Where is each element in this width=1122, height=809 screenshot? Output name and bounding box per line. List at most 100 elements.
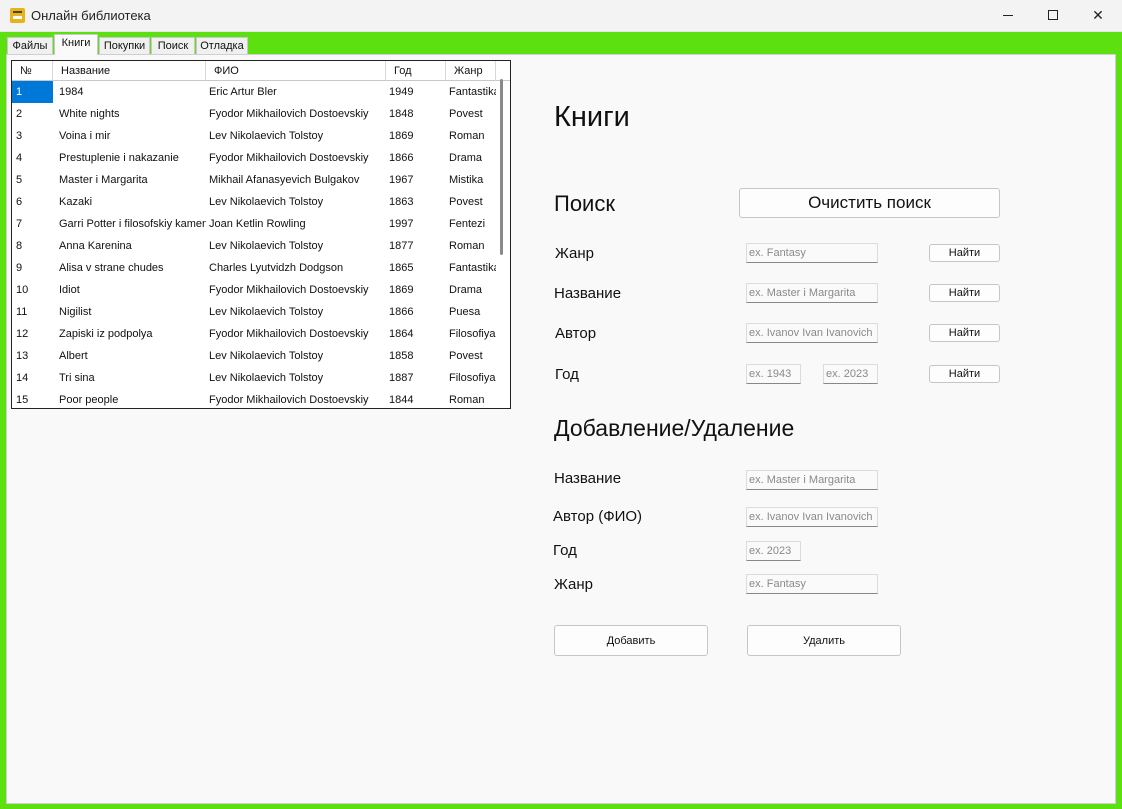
cell-year[interactable]: 1844: [386, 389, 446, 408]
cell-author[interactable]: Joan Ketlin Rowling: [206, 213, 386, 235]
cell-number[interactable]: 13: [12, 345, 53, 367]
cell-title[interactable]: Albert: [53, 345, 206, 367]
column-header-author[interactable]: ФИО: [206, 61, 386, 81]
cell-number[interactable]: 11: [12, 301, 53, 323]
cell-genre[interactable]: Roman: [446, 235, 496, 257]
cell-number[interactable]: 3: [12, 125, 53, 147]
find-author-button[interactable]: Найти: [929, 324, 1000, 342]
cell-title[interactable]: Voina i mir: [53, 125, 206, 147]
cell-title[interactable]: Alisa v strane chudes: [53, 257, 206, 279]
delete-book-button[interactable]: Удалить: [747, 625, 901, 656]
cell-title[interactable]: White nights: [53, 103, 206, 125]
search-year-from-input[interactable]: [746, 364, 801, 384]
cell-year[interactable]: 1858: [386, 345, 446, 367]
search-name-input[interactable]: [746, 283, 878, 303]
cell-title[interactable]: Poor people: [53, 389, 206, 408]
cell-title[interactable]: Tri sina: [53, 367, 206, 389]
minimize-button[interactable]: [985, 0, 1031, 31]
cell-year[interactable]: 1864: [386, 323, 446, 345]
cell-number[interactable]: 6: [12, 191, 53, 213]
cell-title[interactable]: Nigilist: [53, 301, 206, 323]
cell-number[interactable]: 8: [12, 235, 53, 257]
table-row[interactable]: 6 Kazaki Lev Nikolaevich Tolstoy 1863 Po…: [12, 191, 496, 213]
cell-genre[interactable]: Puesa: [446, 301, 496, 323]
cell-genre[interactable]: Fantastika: [446, 257, 496, 279]
cell-number[interactable]: 5: [12, 169, 53, 191]
cell-number[interactable]: 7: [12, 213, 53, 235]
cell-number[interactable]: 12: [12, 323, 53, 345]
cell-year[interactable]: 1887: [386, 367, 446, 389]
add-book-button[interactable]: Добавить: [554, 625, 708, 656]
table-row[interactable]: 2 White nights Fyodor Mikhailovich Dosto…: [12, 103, 496, 125]
cell-author[interactable]: Charles Lyutvidzh Dodgson: [206, 257, 386, 279]
column-header-title[interactable]: Название: [53, 61, 206, 81]
cell-year[interactable]: 1863: [386, 191, 446, 213]
clear-search-button[interactable]: Очистить поиск: [739, 188, 1000, 218]
maximize-button[interactable]: [1030, 0, 1076, 31]
table-row[interactable]: 14 Tri sina Lev Nikolaevich Tolstoy 1887…: [12, 367, 496, 389]
cell-genre[interactable]: Povest: [446, 345, 496, 367]
find-genre-button[interactable]: Найти: [929, 244, 1000, 262]
cell-title[interactable]: Idiot: [53, 279, 206, 301]
column-header-number[interactable]: №: [12, 61, 53, 81]
cell-author[interactable]: Fyodor Mikhailovich Dostoevskiy: [206, 323, 386, 345]
cell-title[interactable]: Anna Karenina: [53, 235, 206, 257]
close-button[interactable]: ✕: [1075, 0, 1121, 31]
cell-year[interactable]: 1997: [386, 213, 446, 235]
cell-author[interactable]: Lev Nikolaevich Tolstoy: [206, 191, 386, 213]
table-row[interactable]: 13 Albert Lev Nikolaevich Tolstoy 1858 P…: [12, 345, 496, 367]
table-row[interactable]: 10 Idiot Fyodor Mikhailovich Dostoevskiy…: [12, 279, 496, 301]
cell-number[interactable]: 2: [12, 103, 53, 125]
search-year-to-input[interactable]: [823, 364, 878, 384]
cell-year[interactable]: 1869: [386, 125, 446, 147]
cell-genre[interactable]: Povest: [446, 191, 496, 213]
cell-year[interactable]: 1866: [386, 147, 446, 169]
table-row[interactable]: 7 Garri Potter i filosofskiy kamen Joan …: [12, 213, 496, 235]
search-author-input[interactable]: [746, 323, 878, 343]
cell-author[interactable]: Fyodor Mikhailovich Dostoevskiy: [206, 147, 386, 169]
cell-author[interactable]: Fyodor Mikhailovich Dostoevskiy: [206, 103, 386, 125]
cell-genre[interactable]: Drama: [446, 279, 496, 301]
cell-author[interactable]: Lev Nikolaevich Tolstoy: [206, 301, 386, 323]
add-author-input[interactable]: [746, 507, 878, 527]
search-genre-input[interactable]: [746, 243, 878, 263]
cell-number[interactable]: 14: [12, 367, 53, 389]
find-year-button[interactable]: Найти: [929, 365, 1000, 383]
cell-author[interactable]: Eric Artur Bler: [206, 81, 386, 103]
add-year-input[interactable]: [746, 541, 801, 561]
cell-author[interactable]: Fyodor Mikhailovich Dostoevskiy: [206, 389, 386, 408]
cell-title[interactable]: Garri Potter i filosofskiy kamen: [53, 213, 206, 235]
cell-title[interactable]: Kazaki: [53, 191, 206, 213]
table-row[interactable]: 4 Prestuplenie i nakazanie Fyodor Mikhai…: [12, 147, 496, 169]
cell-title[interactable]: Master i Margarita: [53, 169, 206, 191]
cell-genre[interactable]: Drama: [446, 147, 496, 169]
cell-genre[interactable]: Filosofiya: [446, 323, 496, 345]
cell-year[interactable]: 1949: [386, 81, 446, 103]
table-row[interactable]: 3 Voina i mir Lev Nikolaevich Tolstoy 18…: [12, 125, 496, 147]
cell-number[interactable]: 4: [12, 147, 53, 169]
tab-files[interactable]: Файлы: [7, 37, 53, 55]
column-header-year[interactable]: Год: [386, 61, 446, 81]
cell-year[interactable]: 1877: [386, 235, 446, 257]
cell-genre[interactable]: Roman: [446, 389, 496, 408]
cell-year[interactable]: 1848: [386, 103, 446, 125]
cell-genre[interactable]: Fentezi: [446, 213, 496, 235]
tab-debug[interactable]: Отладка: [196, 37, 248, 55]
cell-author[interactable]: Lev Nikolaevich Tolstoy: [206, 125, 386, 147]
cell-number[interactable]: 1: [12, 81, 53, 103]
cell-title[interactable]: Zapiski iz podpolya: [53, 323, 206, 345]
cell-author[interactable]: Lev Nikolaevich Tolstoy: [206, 235, 386, 257]
table-row[interactable]: 11 Nigilist Lev Nikolaevich Tolstoy 1866…: [12, 301, 496, 323]
tab-books[interactable]: Книги: [54, 34, 98, 55]
cell-number[interactable]: 10: [12, 279, 53, 301]
cell-year[interactable]: 1967: [386, 169, 446, 191]
table-row[interactable]: 5 Master i Margarita Mikhail Afanasyevic…: [12, 169, 496, 191]
cell-year[interactable]: 1866: [386, 301, 446, 323]
find-name-button[interactable]: Найти: [929, 284, 1000, 302]
grid-scrollbar[interactable]: [500, 79, 503, 255]
table-row[interactable]: 15 Poor people Fyodor Mikhailovich Dosto…: [12, 389, 496, 408]
tab-search[interactable]: Поиск: [151, 37, 195, 55]
table-row[interactable]: 9 Alisa v strane chudes Charles Lyutvidz…: [12, 257, 496, 279]
table-row[interactable]: 1 1984 Eric Artur Bler 1949 Fantastika: [12, 81, 496, 103]
books-grid[interactable]: № Название ФИО Год Жанр 1 1984 Eric Artu…: [11, 60, 511, 409]
